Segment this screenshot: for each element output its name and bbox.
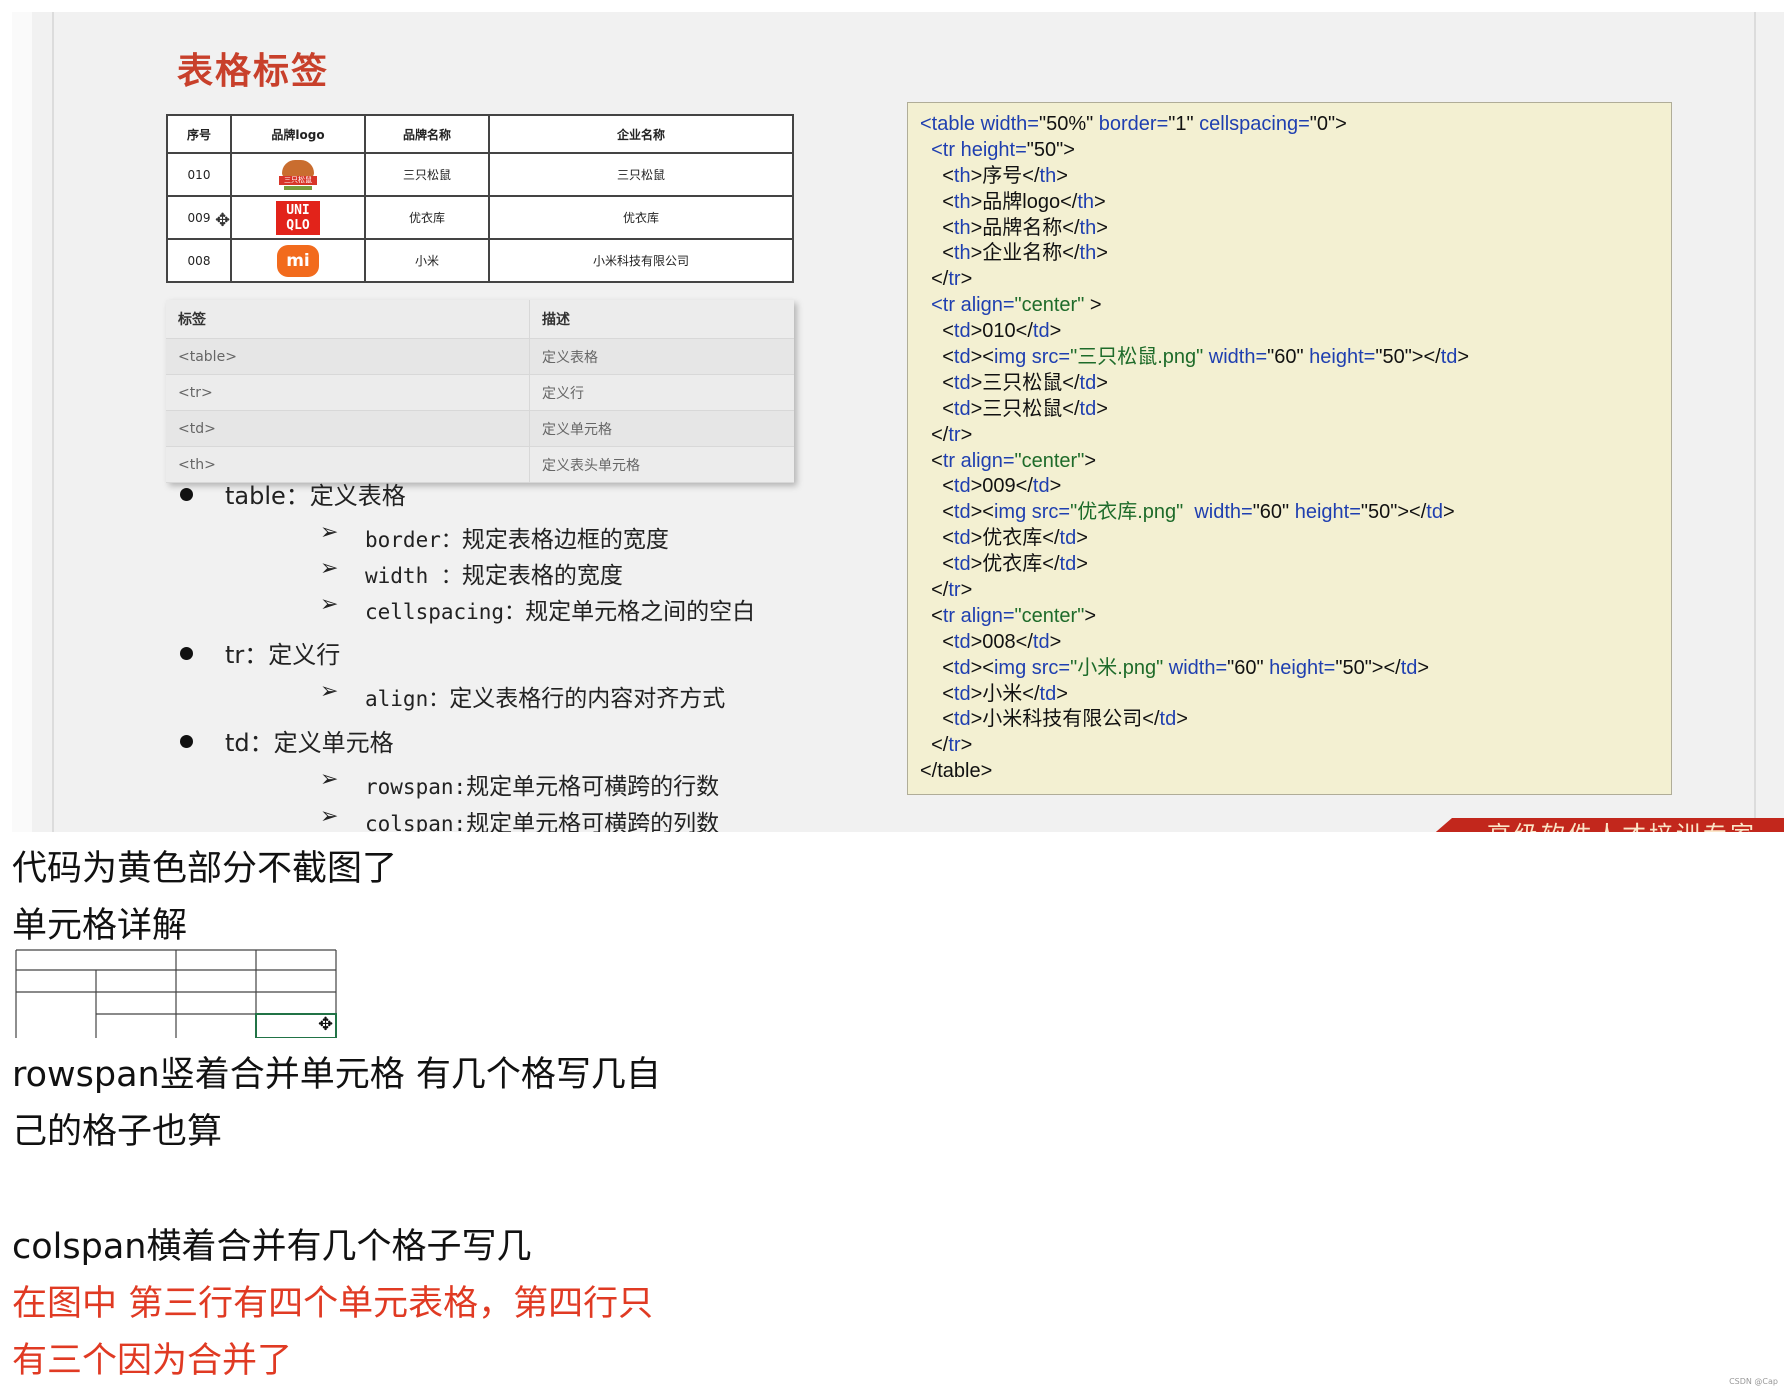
brand-logo-cell: mi	[230, 238, 366, 283]
brand-id-cell: 010	[166, 152, 232, 197]
slide-screenshot: 表格标签 序号 品牌logo 品牌名称 企业名称 010 三只松鼠 三只松鼠 三…	[12, 12, 1784, 832]
brand-header-logo: 品牌logo	[230, 114, 366, 154]
sub-border: ➢ border：规定表格边框的宽度	[320, 520, 669, 553]
brand-table-header-row: 序号 品牌logo 品牌名称 企业名称	[166, 114, 794, 154]
code-line: <td>优衣库</td>	[942, 553, 1088, 576]
uniqlo-logo-icon: UNI QLO	[276, 200, 320, 235]
xiaomi-logo-icon: mi	[277, 244, 319, 277]
arrow-icon: ➢	[320, 556, 339, 581]
merged-cells-grid	[15, 949, 337, 1038]
move-cursor-icon: ✥	[215, 210, 231, 231]
brand-company-cell: 三只松鼠	[488, 152, 794, 197]
code-listing: <table width="50%" border="1" cellspacin…	[907, 102, 1672, 795]
code-line: <td>三只松鼠</td>	[942, 371, 1108, 394]
desc-text-cell: 定义表格	[529, 338, 794, 375]
code-line: <th>品牌logo</th>	[942, 190, 1106, 213]
article-note-red: 在图中 第三行有四个单元表格，第四行只	[12, 1284, 654, 1324]
sub-cellspacing: ➢ cellspacing：规定单元格之间的空白	[320, 592, 756, 625]
desc-tag-cell: <table>	[166, 338, 530, 375]
article-heading: 单元格详解	[12, 906, 188, 946]
article-paragraph: 代码为黄色部分不截图了	[12, 849, 398, 889]
arrow-icon: ➢	[320, 804, 339, 829]
table-row: 009 UNI QLO 优衣库 优衣库	[166, 195, 794, 240]
code-line: <tr height="50">	[931, 138, 1075, 161]
code-line: <tr align="center" >	[931, 294, 1102, 317]
brand-name-cell: 优衣库	[364, 195, 490, 240]
article-note-red: 有三个因为合并了	[12, 1341, 293, 1381]
code-line: <td><img src="优衣库.png" width="60" height…	[942, 501, 1455, 524]
brand-header-id: 序号	[166, 114, 232, 154]
sub-align: ➢ align：定义表格行的内容对齐方式	[320, 679, 726, 712]
brand-logo-cell: UNI QLO	[230, 195, 366, 240]
desc-tag-cell: <tr>	[166, 374, 530, 411]
brand-logo-cell: 三只松鼠	[230, 152, 366, 197]
brand-company-cell: 优衣库	[488, 195, 794, 240]
brand-header-name: 品牌名称	[364, 114, 490, 154]
code-line: <tr align="center">	[931, 604, 1097, 627]
move-cursor-icon: ✥	[318, 1014, 334, 1035]
brand-name-cell: 三只松鼠	[364, 152, 490, 197]
code-line: <td>三只松鼠</td>	[942, 397, 1108, 420]
article-paragraph: 己的格子也算	[12, 1112, 223, 1152]
desc-text-cell: 定义行	[529, 374, 794, 411]
desc-header-description: 描述	[529, 300, 794, 339]
bullet-tr: tr：定义行	[180, 635, 340, 670]
code-line: <td>小米科技有限公司</td>	[942, 708, 1188, 731]
article-paragraph: rowspan竖着合并单元格 有几个格写几自	[12, 1055, 661, 1095]
code-line: <table width="50%" border="1" cellspacin…	[920, 113, 1347, 135]
code-line: <td>008</td>	[942, 630, 1062, 653]
brand-company-cell: 小米科技有限公司	[488, 238, 794, 283]
code-line: </table>	[920, 760, 993, 783]
desc-text-cell: 定义表头单元格	[529, 446, 794, 483]
brand-table: 序号 品牌logo 品牌名称 企业名称 010 三只松鼠 三只松鼠 三只松鼠 0…	[166, 114, 794, 283]
arrow-icon: ➢	[320, 767, 339, 792]
brand-header-company: 企业名称	[488, 114, 794, 154]
code-line: <th>企业名称</th>	[942, 242, 1108, 265]
arrow-icon: ➢	[320, 592, 339, 617]
code-line: <td><img src="小米.png" width="60" height=…	[942, 656, 1430, 679]
bullet-dot-icon	[180, 647, 193, 660]
code-line: <td>010</td>	[942, 320, 1062, 343]
code-line: </tr>	[931, 579, 973, 602]
code-line: <td><img src="三只松鼠.png" width="60" heigh…	[942, 346, 1470, 369]
bullet-table: table：定义表格	[180, 476, 406, 511]
tag-description-table: 标签 描述 <table> 定义表格 <tr> 定义行 <td> 定义单元格 <…	[166, 300, 794, 483]
code-line: <td>小米</td>	[942, 682, 1068, 705]
desc-text-cell: 定义单元格	[529, 410, 794, 447]
code-line: <th>品牌名称</th>	[942, 216, 1108, 239]
bullet-dot-icon	[180, 735, 193, 748]
code-line: <td>009</td>	[942, 475, 1062, 498]
table-row: 010 三只松鼠 三只松鼠 三只松鼠	[166, 152, 794, 197]
brand-id-cell: 008	[166, 238, 232, 283]
desc-header-tag: 标签	[166, 300, 530, 339]
article-paragraph: colspan横着合并有几个格子写几	[12, 1227, 532, 1267]
desc-header-row: 标签 描述	[166, 300, 794, 339]
arrow-icon: ➢	[320, 520, 339, 545]
table-row: <td> 定义单元格	[166, 410, 794, 447]
brand-name-cell: 小米	[364, 238, 490, 283]
code-line: </tr>	[931, 268, 973, 291]
squirrel-logo-icon: 三只松鼠	[276, 157, 320, 192]
code-line: <th>序号</th>	[942, 164, 1068, 187]
sub-colspan: ➢ colspan:规定单元格可横跨的列数	[320, 804, 720, 832]
bullet-dot-icon	[180, 488, 193, 501]
code-line: </tr>	[931, 423, 973, 446]
arrow-icon: ➢	[320, 679, 339, 704]
slide-title: 表格标签	[177, 51, 330, 92]
sub-width: ➢ width ：规定表格的宽度	[320, 556, 623, 589]
code-line: <td>优衣库</td>	[942, 527, 1088, 550]
bullet-td: td：定义单元格	[180, 723, 394, 758]
brand-banner: 高级软件人才培训专家	[1422, 818, 1784, 832]
code-line: </tr>	[931, 734, 973, 757]
merged-cells-illustration: ✥	[12, 948, 348, 1038]
watermark: CSDN @Cap	[1729, 1377, 1778, 1386]
code-line: <tr align="center">	[931, 449, 1097, 472]
table-row: <tr> 定义行	[166, 374, 794, 411]
desc-tag-cell: <td>	[166, 410, 530, 447]
table-row: 008 mi 小米 小米科技有限公司	[166, 238, 794, 283]
table-row: <table> 定义表格	[166, 338, 794, 375]
sub-rowspan: ➢ rowspan:规定单元格可横跨的行数	[320, 767, 720, 800]
